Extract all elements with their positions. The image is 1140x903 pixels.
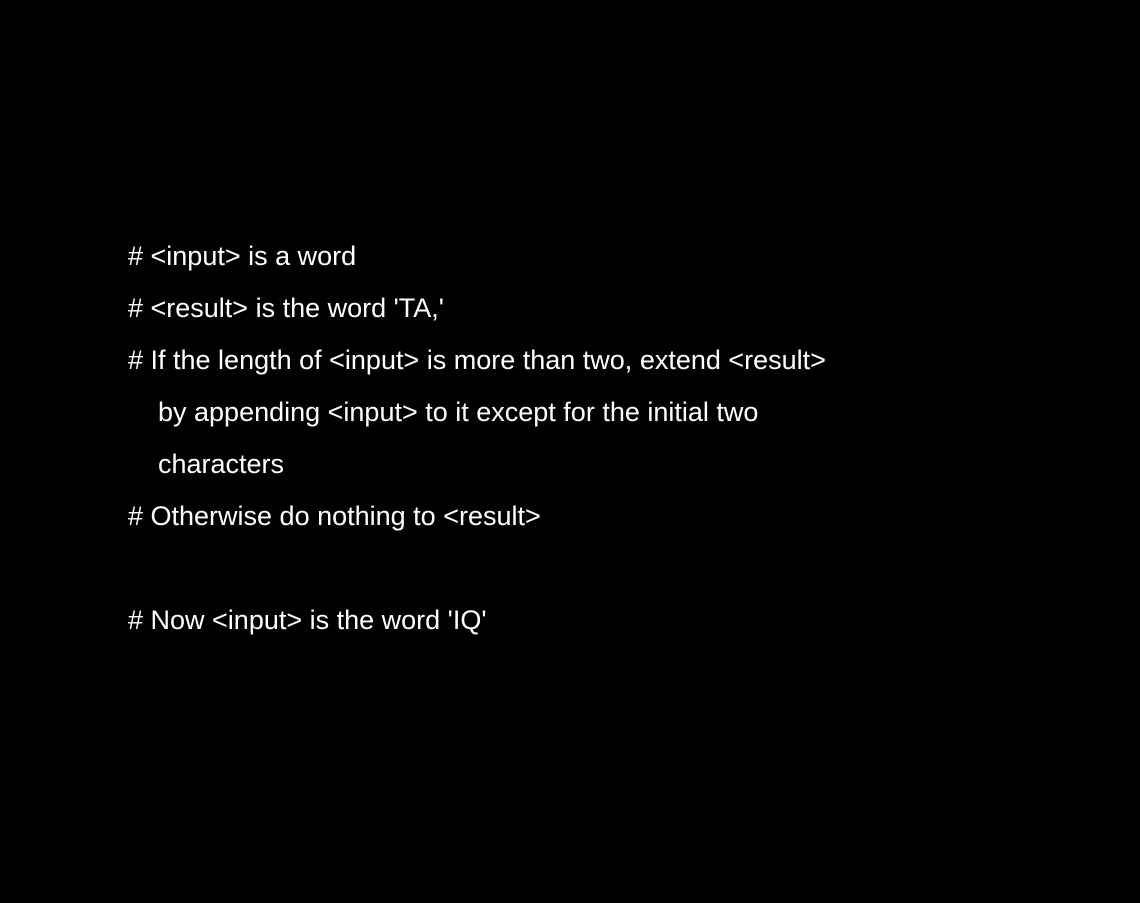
comment-line-length-condition: # If the length of <input> is more than …: [128, 345, 826, 375]
comment-line-otherwise: # Otherwise do nothing to <result>: [128, 501, 541, 531]
comment-line-append-continuation: by appending <input> to it except for th…: [158, 397, 759, 427]
slide-canvas: # <input> is a word # <result> is the wo…: [0, 0, 1140, 903]
comment-line-input-definition: # <input> is a word: [128, 241, 357, 271]
instruction-text-block: # <input> is a word # <result> is the wo…: [128, 230, 826, 646]
comment-line-input-value: # Now <input> is the word 'IQ': [128, 605, 487, 635]
comment-line-characters-continuation: characters: [158, 449, 285, 479]
comment-line-result-definition: # <result> is the word 'TA,': [128, 293, 444, 323]
